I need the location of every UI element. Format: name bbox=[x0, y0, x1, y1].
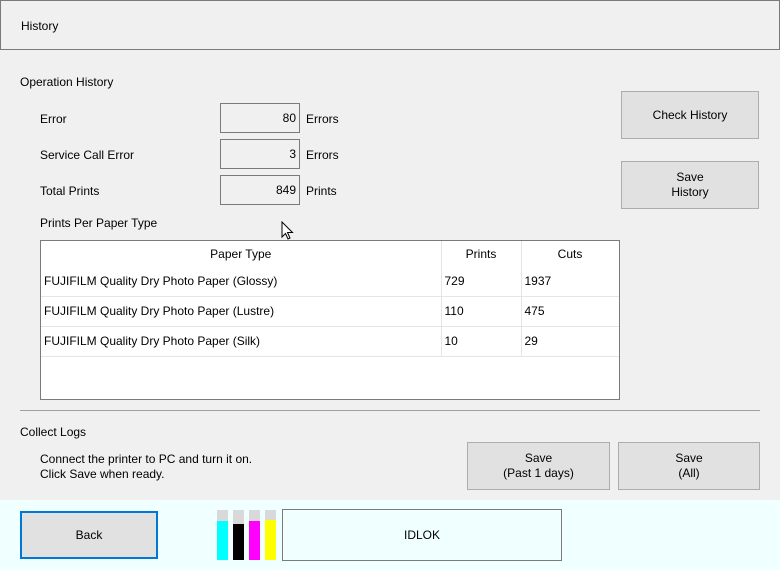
check-history-button[interactable]: Check History bbox=[621, 91, 759, 139]
ink-level-magenta bbox=[249, 510, 260, 560]
collect-logs-label: Collect Logs bbox=[20, 425, 87, 439]
ink-level-black bbox=[233, 510, 244, 560]
prints-cell: 729 bbox=[441, 266, 522, 297]
cuts-cell: 475 bbox=[521, 296, 619, 327]
printer-status-text: IDLOK bbox=[403, 528, 440, 542]
service-call-error-field: 3 bbox=[220, 139, 300, 169]
column-header-cuts[interactable]: Cuts bbox=[521, 241, 619, 266]
paper-type-table[interactable]: Paper Type Prints Cuts FUJIFILM Quality … bbox=[40, 240, 620, 400]
paper-type-cell: FUJIFILM Quality Dry Photo Paper (Lustre… bbox=[41, 296, 442, 327]
ink-level-yellow bbox=[265, 510, 276, 560]
column-header-paper-type[interactable]: Paper Type bbox=[41, 241, 442, 266]
window-header: History bbox=[0, 0, 780, 50]
mouse-cursor-icon bbox=[281, 221, 294, 240]
error-count-field: 80 bbox=[220, 103, 300, 133]
column-header-prints[interactable]: Prints bbox=[441, 241, 522, 266]
table-header-row: Paper Type Prints Cuts bbox=[41, 241, 619, 266]
save-past-1-days-button-label: Save (Past 1 days) bbox=[503, 451, 574, 480]
save-history-button[interactable]: Save History bbox=[621, 161, 759, 209]
operation-history-label: Operation History bbox=[20, 75, 114, 89]
paper-type-cell: FUJIFILM Quality Dry Photo Paper (Glossy… bbox=[41, 266, 442, 297]
save-history-button-label: Save History bbox=[671, 170, 709, 199]
window-title: History bbox=[21, 19, 59, 33]
save-past-1-days-button[interactable]: Save (Past 1 days) bbox=[467, 442, 610, 490]
service-call-error-unit: Errors bbox=[306, 148, 339, 162]
table-row[interactable]: FUJIFILM Quality Dry Photo Paper (Glossy… bbox=[41, 266, 619, 297]
total-prints-label: Total Prints bbox=[40, 184, 100, 198]
save-all-button-label: Save (All) bbox=[675, 451, 703, 480]
paper-type-cell: FUJIFILM Quality Dry Photo Paper (Silk) bbox=[41, 326, 442, 357]
back-button[interactable]: Back bbox=[20, 511, 158, 559]
save-all-button[interactable]: Save (All) bbox=[618, 442, 760, 490]
error-label: Error bbox=[40, 112, 67, 126]
section-divider bbox=[20, 410, 760, 411]
error-unit: Errors bbox=[306, 112, 339, 126]
table-row[interactable]: FUJIFILM Quality Dry Photo Paper (Lustre… bbox=[41, 296, 619, 327]
cuts-cell: 1937 bbox=[521, 266, 619, 297]
prints-cell: 10 bbox=[441, 326, 522, 357]
ink-level-cyan bbox=[217, 510, 228, 560]
prints-cell: 110 bbox=[441, 296, 522, 327]
total-prints-field: 849 bbox=[220, 175, 300, 205]
cuts-cell: 29 bbox=[521, 326, 619, 357]
total-prints-unit: Prints bbox=[306, 184, 337, 198]
back-button-label: Back bbox=[75, 527, 103, 542]
collect-logs-instruction-1: Connect the printer to PC and turn it on… bbox=[40, 452, 253, 466]
printer-status-box: IDLOK bbox=[282, 509, 562, 561]
table-row[interactable]: FUJIFILM Quality Dry Photo Paper (Silk) … bbox=[41, 326, 619, 357]
service-call-error-label: Service Call Error bbox=[40, 148, 135, 162]
prints-per-paper-type-label: Prints Per Paper Type bbox=[40, 216, 158, 230]
collect-logs-instruction-2: Click Save when ready. bbox=[40, 467, 165, 481]
check-history-button-label: Check History bbox=[652, 107, 728, 122]
